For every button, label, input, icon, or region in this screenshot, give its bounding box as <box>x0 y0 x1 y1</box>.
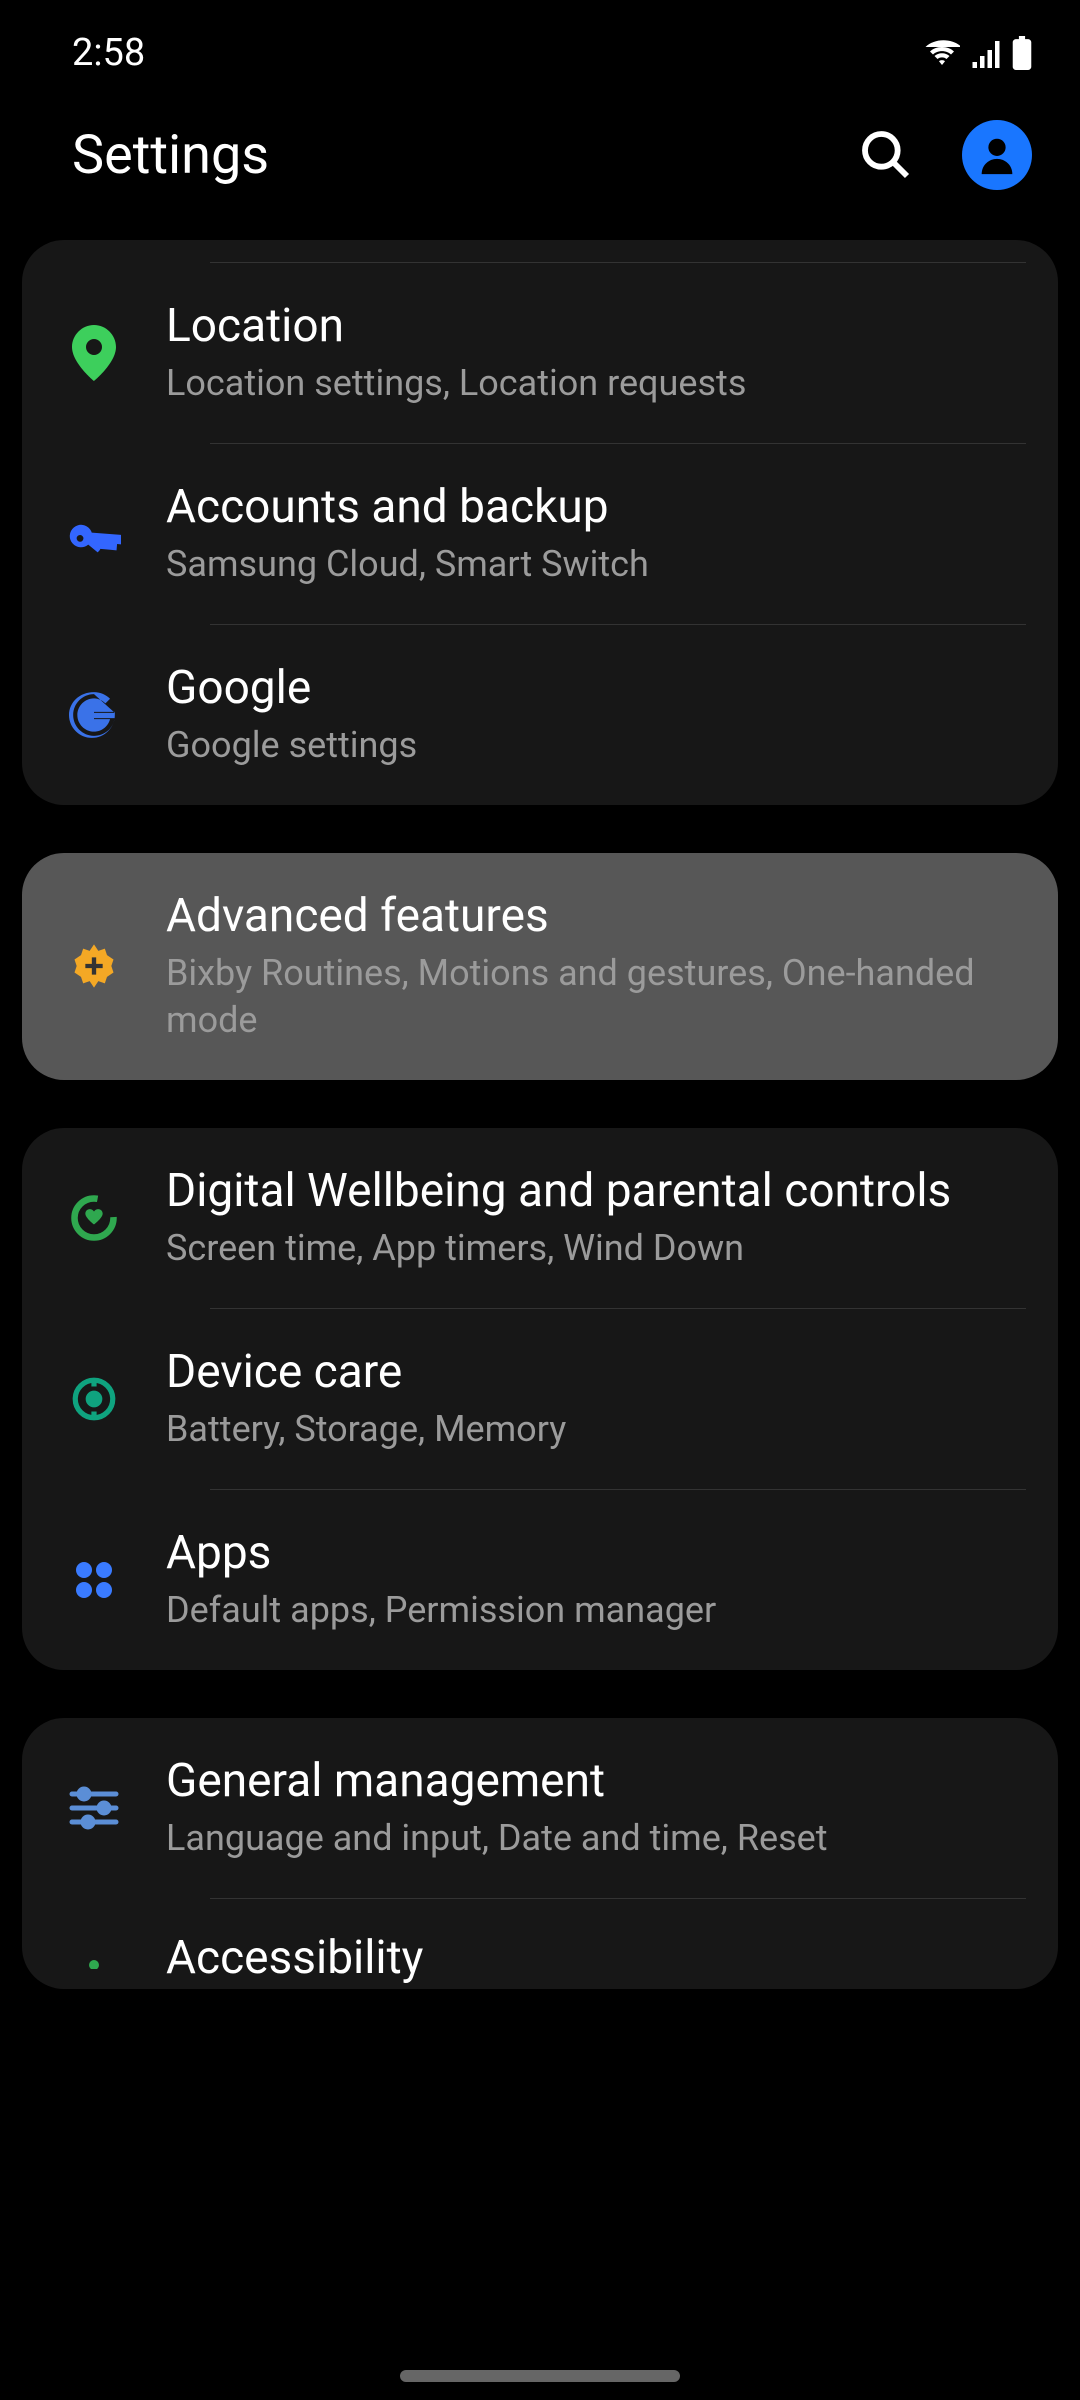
setting-subtitle: Samsung Cloud, Smart Switch <box>166 541 1026 588</box>
page-title: Settings <box>72 124 269 187</box>
setting-subtitle: Battery, Storage, Memory <box>166 1406 1026 1453</box>
wellbeing-icon <box>64 1188 124 1248</box>
setting-item-advanced-features[interactable]: Advanced features Bixby Routines, Motion… <box>22 853 1058 1080</box>
key-icon <box>64 504 124 564</box>
setting-subtitle: Bixby Routines, Motions and gestures, On… <box>166 950 1026 1044</box>
setting-title: Google <box>166 661 1026 716</box>
setting-item-location[interactable]: Location Location settings, Location req… <box>22 263 1058 443</box>
avatar[interactable] <box>962 120 1032 190</box>
setting-subtitle: Location settings, Location requests <box>166 360 1026 407</box>
app-bar: Settings <box>0 90 1080 240</box>
setting-item-digital-wellbeing[interactable]: Digital Wellbeing and parental controls … <box>22 1128 1058 1308</box>
setting-text: Accounts and backup Samsung Cloud, Smart… <box>166 480 1026 588</box>
setting-text: Accessibility <box>166 1931 1026 1986</box>
setting-text: Location Location settings, Location req… <box>166 299 1026 407</box>
setting-text: Google Google settings <box>166 661 1026 769</box>
status-time: 2:58 <box>72 31 145 75</box>
setting-subtitle: Screen time, App timers, Wind Down <box>166 1225 1026 1272</box>
setting-text: General management Language and input, D… <box>166 1754 1026 1862</box>
settings-group: General management Language and input, D… <box>22 1718 1058 1989</box>
setting-title: Advanced features <box>166 889 1026 944</box>
google-g-icon <box>64 685 124 745</box>
settings-group: Digital Wellbeing and parental controls … <box>22 1128 1058 1670</box>
status-bar: 2:58 <box>0 0 1080 90</box>
setting-title: Accounts and backup <box>166 480 1026 535</box>
setting-item-general-management[interactable]: General management Language and input, D… <box>22 1718 1058 1898</box>
setting-title: General management <box>166 1754 1026 1809</box>
gear-plus-icon <box>64 936 124 996</box>
accessibility-icon <box>64 1929 124 1989</box>
setting-text: Apps Default apps, Permission manager <box>166 1526 1026 1634</box>
app-bar-actions <box>858 120 1032 190</box>
setting-item-accessibility[interactable]: Accessibility <box>22 1899 1058 1989</box>
settings-group: Advanced features Bixby Routines, Motion… <box>22 853 1058 1080</box>
setting-subtitle: Google settings <box>166 722 1026 769</box>
setting-text: Device care Battery, Storage, Memory <box>166 1345 1026 1453</box>
setting-text: Digital Wellbeing and parental controls … <box>166 1164 1026 1272</box>
apps-grid-icon <box>64 1550 124 1610</box>
gesture-nav-bar[interactable] <box>400 2370 680 2382</box>
setting-item-accounts-backup[interactable]: Accounts and backup Samsung Cloud, Smart… <box>22 444 1058 624</box>
setting-item-apps[interactable]: Apps Default apps, Permission manager <box>22 1490 1058 1670</box>
person-icon <box>974 132 1020 178</box>
setting-title: Digital Wellbeing and parental controls <box>166 1164 1026 1219</box>
setting-title: Device care <box>166 1345 1026 1400</box>
sliders-icon <box>64 1778 124 1838</box>
setting-subtitle: Language and input, Date and time, Reset <box>166 1815 1026 1862</box>
setting-text: Advanced features Bixby Routines, Motion… <box>166 889 1026 1044</box>
status-icons <box>924 36 1032 70</box>
settings-group: Location Location settings, Location req… <box>22 240 1058 805</box>
setting-subtitle: Default apps, Permission manager <box>166 1587 1026 1634</box>
signal-icon <box>970 38 1002 68</box>
device-care-icon <box>64 1369 124 1429</box>
setting-title: Location <box>166 299 1026 354</box>
setting-title: Accessibility <box>166 1931 1026 1986</box>
battery-icon <box>1012 36 1032 70</box>
location-pin-icon <box>64 323 124 383</box>
setting-item-device-care[interactable]: Device care Battery, Storage, Memory <box>22 1309 1058 1489</box>
setting-item-google[interactable]: Google Google settings <box>22 625 1058 805</box>
search-icon[interactable] <box>858 127 914 183</box>
wifi-icon <box>924 38 960 68</box>
setting-title: Apps <box>166 1526 1026 1581</box>
